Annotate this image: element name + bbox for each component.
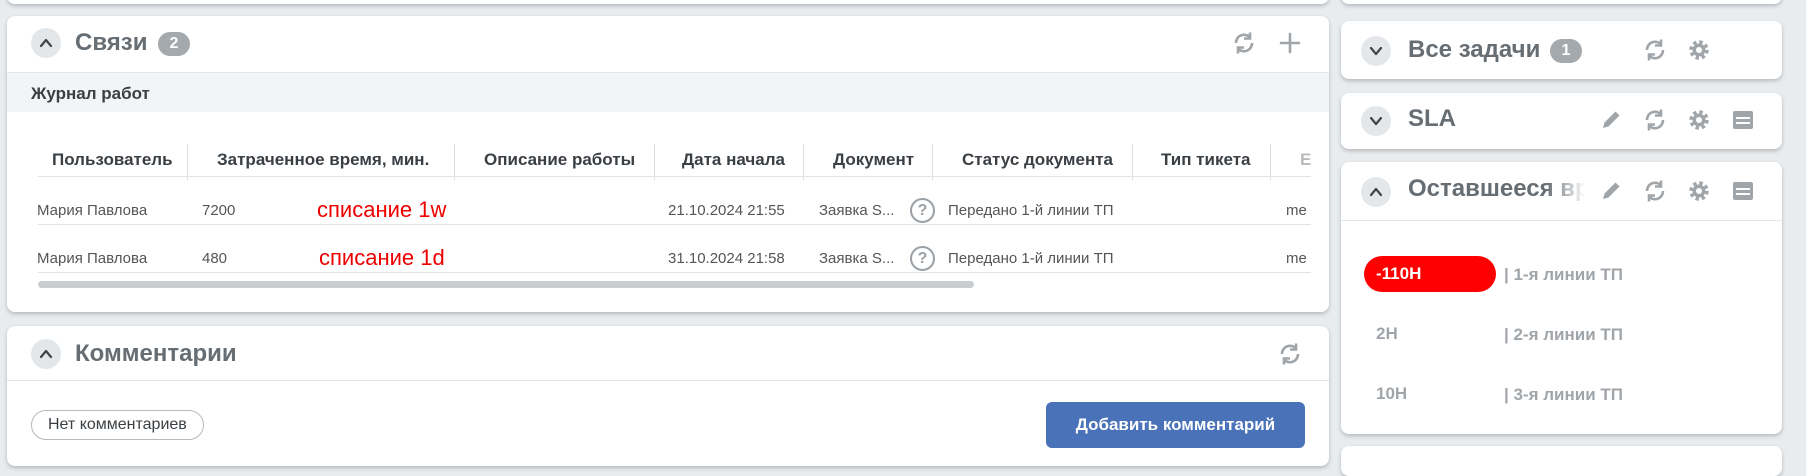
col-ticket-type[interactable]: Тип тикета <box>1161 150 1250 170</box>
links-refresh-button[interactable] <box>1229 28 1259 58</box>
chevron-up-icon <box>1369 187 1383 197</box>
remaining-header-divider <box>1341 220 1782 221</box>
help-icon[interactable]: ? <box>910 198 935 223</box>
sla-card: SLA <box>1341 93 1782 149</box>
col-user[interactable]: Пользователь <box>52 150 173 170</box>
timer-value: 10H <box>1376 384 1408 403</box>
col-divider <box>454 144 455 180</box>
links-title: Связи <box>75 29 148 56</box>
refresh-icon <box>1234 32 1254 54</box>
all-tasks-title: Все задачи <box>1408 36 1541 63</box>
previous-side-card-bottom <box>1341 0 1782 4</box>
cell-extra: me <box>1286 202 1307 219</box>
sla-refresh-button[interactable] <box>1640 105 1670 135</box>
cell-status: Передано 1-й линии ТП <box>948 250 1114 267</box>
links-count-badge: 2 <box>158 32 190 56</box>
tasks-count-badge: 1 <box>1550 39 1582 63</box>
previous-card-bottom <box>7 0 1329 4</box>
cell-user: Мария Павлова <box>37 202 148 219</box>
title-fade <box>1546 172 1586 208</box>
sla-title: SLA <box>1408 105 1456 132</box>
cell-description: списание 1d <box>319 245 445 270</box>
worklog-section-title: Журнал работ <box>31 84 150 103</box>
tasks-refresh-button[interactable] <box>1640 35 1670 65</box>
refresh-icon <box>1280 343 1300 365</box>
comments-card: Комментарии Нет комментариев Добавить ко… <box>7 326 1329 466</box>
chevron-up-icon <box>39 38 53 48</box>
timer-label: | 2-я линии ТП <box>1504 325 1623 344</box>
remaining-time-card: Оставшееся вр -110H | 1-я линии ТП 2H | <box>1341 162 1782 434</box>
help-icon[interactable]: ? <box>910 246 935 271</box>
next-side-card-top <box>1341 446 1782 476</box>
col-extra[interactable]: Е <box>1300 150 1311 170</box>
remaining-settings-button[interactable] <box>1684 176 1714 206</box>
panel-icon <box>1733 111 1753 129</box>
comments-title: Комментарии <box>75 340 237 367</box>
col-description[interactable]: Описание работы <box>484 150 635 170</box>
all-tasks-card: Все задачи 1 <box>1341 21 1782 79</box>
collapse-links-button[interactable] <box>31 28 61 58</box>
col-divider <box>654 144 655 180</box>
plus-icon <box>1279 32 1301 54</box>
remaining-refresh-button[interactable] <box>1640 176 1670 206</box>
refresh-icon <box>1645 39 1665 61</box>
col-divider <box>932 144 933 180</box>
links-add-button[interactable] <box>1275 28 1305 58</box>
remaining-layout-button[interactable] <box>1728 176 1758 206</box>
row-divider <box>38 272 1311 273</box>
sla-edit-button[interactable] <box>1596 105 1626 135</box>
tasks-settings-button[interactable] <box>1684 35 1714 65</box>
expand-tasks-button[interactable] <box>1361 36 1391 66</box>
expand-sla-button[interactable] <box>1361 106 1391 136</box>
cell-extra: me <box>1286 250 1307 267</box>
chevron-down-icon <box>1369 116 1383 126</box>
cell-start-date: 31.10.2024 21:58 <box>668 250 785 267</box>
col-start-date[interactable]: Дата начала <box>682 150 785 170</box>
gear-icon <box>1689 40 1709 60</box>
pencil-icon <box>1603 182 1620 199</box>
horizontal-scrollbar[interactable] <box>38 281 1311 289</box>
cell-document[interactable]: Заявка S... <box>819 250 894 267</box>
col-document[interactable]: Документ <box>833 150 914 170</box>
collapse-comments-button[interactable] <box>31 339 61 369</box>
worklog-section-header: Журнал работ <box>7 72 1329 112</box>
col-divider <box>803 144 804 180</box>
cell-document[interactable]: Заявка S... <box>819 202 894 219</box>
chevron-up-icon <box>39 349 53 359</box>
add-comment-button[interactable]: Добавить комментарий <box>1046 402 1305 448</box>
timer-label: | 3-я линии ТП <box>1504 385 1623 404</box>
timer-value: 2H <box>1376 324 1398 343</box>
col-time-spent[interactable]: Затраченное время, мин. <box>217 150 429 170</box>
cell-time: 480 <box>202 250 228 267</box>
col-divider <box>1132 144 1133 180</box>
sla-settings-button[interactable] <box>1684 105 1714 135</box>
cell-time: 7200 <box>202 202 236 219</box>
collapse-remaining-button[interactable] <box>1361 177 1391 207</box>
comments-refress-button[interactable] <box>1275 339 1305 369</box>
cell-start-date: 21.10.2024 21:55 <box>668 202 785 219</box>
remaining-edit-button[interactable] <box>1596 176 1626 206</box>
panel-icon <box>1733 182 1753 200</box>
chevron-down-icon <box>1369 46 1383 56</box>
scrollbar-thumb[interactable] <box>38 281 974 288</box>
col-doc-status[interactable]: Статус документа <box>962 150 1113 170</box>
gear-icon <box>1689 181 1709 201</box>
cell-user: Мария Павлова <box>37 250 148 267</box>
timer-label: | 1-я линии ТП <box>1504 265 1623 284</box>
no-comments-chip: Нет комментариев <box>31 410 204 440</box>
timer-value-overdue: -110H <box>1364 256 1496 292</box>
sla-layout-button[interactable] <box>1728 105 1758 135</box>
pencil-icon <box>1603 111 1620 128</box>
comments-header-divider <box>7 380 1329 381</box>
links-card: Связи 2 Журнал работ Пользователь Затрач… <box>7 16 1329 312</box>
header-divider <box>38 176 1311 177</box>
refresh-icon <box>1645 180 1665 202</box>
col-divider <box>187 144 188 180</box>
col-divider <box>1270 144 1271 180</box>
gear-icon <box>1689 110 1709 130</box>
refresh-icon <box>1645 109 1665 131</box>
cell-status: Передано 1-й линии ТП <box>948 202 1114 219</box>
cell-description: списание 1w <box>317 197 447 222</box>
